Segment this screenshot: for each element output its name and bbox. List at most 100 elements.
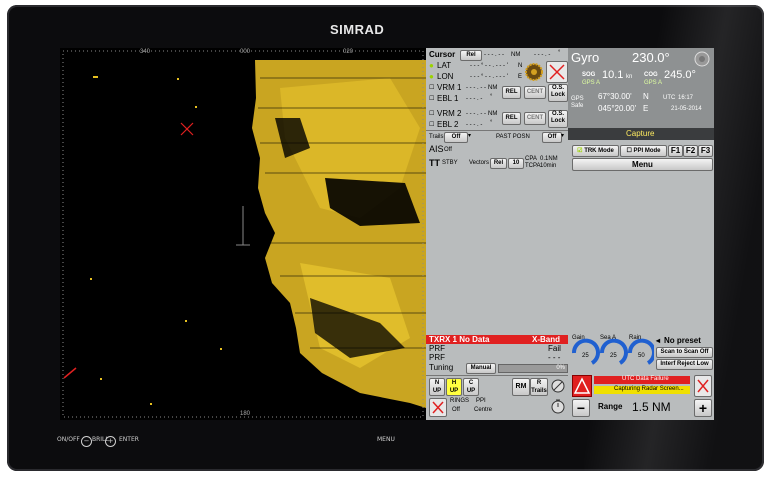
relative-motion-button[interactable]: RM bbox=[512, 378, 530, 396]
course-up-button[interactable]: C UP bbox=[463, 378, 479, 396]
vrm2-checkbox[interactable]: ☐ bbox=[429, 110, 434, 117]
scan-to-scan-dropdown[interactable]: Scan to Scan Off bbox=[656, 347, 713, 358]
cog-label: COG bbox=[644, 72, 658, 78]
bearing-tick-label: 180 bbox=[240, 411, 251, 417]
radar-ppi[interactable]: 340 000 020 180 bbox=[60, 48, 426, 420]
orient-bottom: UP bbox=[466, 388, 476, 394]
trk-mode-button[interactable]: ☑ TRK Mode bbox=[572, 145, 619, 157]
f2-button[interactable]: F2 bbox=[683, 145, 698, 157]
tuning-label: Tuning bbox=[429, 363, 454, 372]
utc-label: UTC bbox=[663, 95, 676, 101]
cursor-mode-button[interactable]: Rel bbox=[460, 50, 482, 61]
ppi-mode-button[interactable]: ☐ PPI Mode bbox=[620, 145, 667, 157]
cancel-icon bbox=[697, 379, 709, 393]
alarm-button[interactable] bbox=[572, 375, 592, 397]
past-posn-dropdown[interactable]: Off bbox=[542, 132, 562, 143]
vectors-mode-button[interactable]: Rel bbox=[490, 158, 507, 169]
lat-indicator: ● bbox=[429, 61, 434, 70]
ais-value: Off bbox=[444, 147, 452, 153]
radar-echo-layer bbox=[60, 48, 426, 420]
own-lat: 67°30.00' bbox=[598, 92, 632, 101]
cancel-target-button[interactable] bbox=[546, 61, 568, 83]
preset-arrow-icon: ◂ bbox=[656, 336, 661, 345]
cancel-icon bbox=[432, 401, 444, 414]
gps-state: Safe bbox=[571, 103, 584, 109]
lon-label: LON bbox=[437, 72, 454, 81]
capture-bar[interactable]: Capture bbox=[568, 128, 714, 140]
r-trails-button[interactable]: R Trails bbox=[530, 378, 548, 396]
orient-bottom: UP bbox=[432, 388, 442, 394]
f3-button[interactable]: F3 bbox=[698, 145, 713, 157]
ebl-vrm-icon[interactable] bbox=[550, 378, 566, 394]
chevron-down-icon: ▾ bbox=[468, 133, 472, 139]
vrm1-unit: NM bbox=[488, 85, 498, 91]
lat-value: - - - ° - - . - - - ' bbox=[470, 63, 508, 69]
divider bbox=[426, 130, 568, 131]
sog-unit: kn bbox=[626, 74, 633, 80]
tuning-mode-button[interactable]: Manual bbox=[466, 363, 496, 374]
prf-value: Fail bbox=[548, 344, 561, 353]
tcpa-value: 10min bbox=[540, 163, 557, 169]
orient-top: C bbox=[468, 380, 474, 386]
vrm1-checkbox[interactable]: ☐ bbox=[429, 84, 434, 91]
prf2-value: - - - bbox=[548, 353, 561, 362]
cursor-bearing-unit: ° bbox=[558, 50, 561, 56]
tuning-bar[interactable]: 0% bbox=[498, 364, 568, 373]
own-lon-hemi: E bbox=[643, 104, 649, 113]
orient-top: N bbox=[434, 380, 440, 386]
check-icon: ☑ bbox=[577, 148, 583, 154]
settings-icon[interactable] bbox=[694, 51, 710, 67]
rings-toggle-button[interactable] bbox=[429, 398, 447, 417]
range-label: Range bbox=[598, 402, 623, 411]
ebl1-checkbox[interactable]: ☐ bbox=[429, 95, 434, 102]
r-trails-top: R bbox=[536, 380, 542, 386]
vrm1-label: VRM 1 bbox=[437, 83, 462, 92]
vrm2-unit: NM bbox=[488, 111, 498, 117]
control-panel: Cursor Rel - - - . - - NM - - - . - ° ● … bbox=[426, 48, 714, 420]
os-lock-button-2[interactable]: O.S. Lock bbox=[548, 110, 568, 128]
sea-gauge bbox=[599, 338, 628, 365]
trails-dropdown[interactable]: Off bbox=[444, 132, 468, 143]
txrx-status-bar: TXRX 1 No Data X-Band bbox=[426, 335, 568, 344]
cent-button-2[interactable]: CENT bbox=[524, 112, 546, 125]
rel-button-1[interactable]: REL bbox=[502, 86, 521, 99]
ppi-label: PPI bbox=[476, 398, 486, 404]
sog-value: 10.1 bbox=[602, 69, 624, 81]
orient-top: H bbox=[451, 380, 457, 386]
menu-button[interactable]: Menu bbox=[572, 158, 713, 171]
ebl1-unit: ° bbox=[490, 94, 493, 100]
rain-value: 50 bbox=[638, 353, 645, 359]
target-acquire-icon[interactable] bbox=[524, 62, 544, 82]
cent-button-1[interactable]: CENT bbox=[524, 86, 546, 99]
menu-key[interactable]: MENU bbox=[377, 436, 395, 443]
ebl2-checkbox[interactable]: ☐ bbox=[429, 121, 434, 128]
own-lat-hemi: N bbox=[643, 92, 649, 101]
heading-panel: Gyro 230.0° SOG 10.1 kn GPS A COG 245.0°… bbox=[568, 48, 714, 128]
interf-reject-dropdown[interactable]: Interf Reject Low bbox=[656, 359, 713, 370]
past-posn-label: PAST POSN bbox=[496, 134, 530, 140]
minus-icon: − bbox=[81, 436, 92, 447]
onoff-key[interactable]: ON/OFF bbox=[57, 436, 80, 443]
vectors-time-select[interactable]: 10 bbox=[508, 158, 524, 169]
brill-plus-key[interactable]: + bbox=[104, 436, 117, 447]
lon-value: - - - ° - - . - - - ' bbox=[470, 74, 508, 80]
os-lock-button-1[interactable]: O.S. Lock bbox=[548, 84, 568, 102]
north-up-button[interactable]: N UP bbox=[429, 378, 445, 396]
cursor-bearing-value: - - - . - bbox=[534, 52, 551, 58]
rings-label: RINGS bbox=[450, 398, 470, 404]
enter-key[interactable]: ENTER bbox=[119, 436, 139, 443]
range-plus-button[interactable]: + bbox=[694, 399, 712, 417]
f1-button[interactable]: F1 bbox=[668, 145, 683, 157]
rel-button-2[interactable]: REL bbox=[502, 112, 521, 125]
timer-icon[interactable] bbox=[550, 398, 566, 415]
cog-source: GPS A bbox=[644, 80, 663, 86]
range-minus-button[interactable]: − bbox=[572, 399, 590, 417]
sea-value: 25 bbox=[610, 353, 617, 359]
ebl2-label: EBL 2 bbox=[437, 120, 459, 129]
head-up-button[interactable]: H UP bbox=[446, 378, 462, 396]
rain-gauge bbox=[627, 338, 654, 365]
lat-hemi: N bbox=[518, 63, 523, 69]
preset-label: No preset bbox=[664, 336, 701, 345]
onoff-label: ON/OFF bbox=[57, 436, 80, 443]
alarm-ack-button[interactable] bbox=[694, 375, 712, 397]
